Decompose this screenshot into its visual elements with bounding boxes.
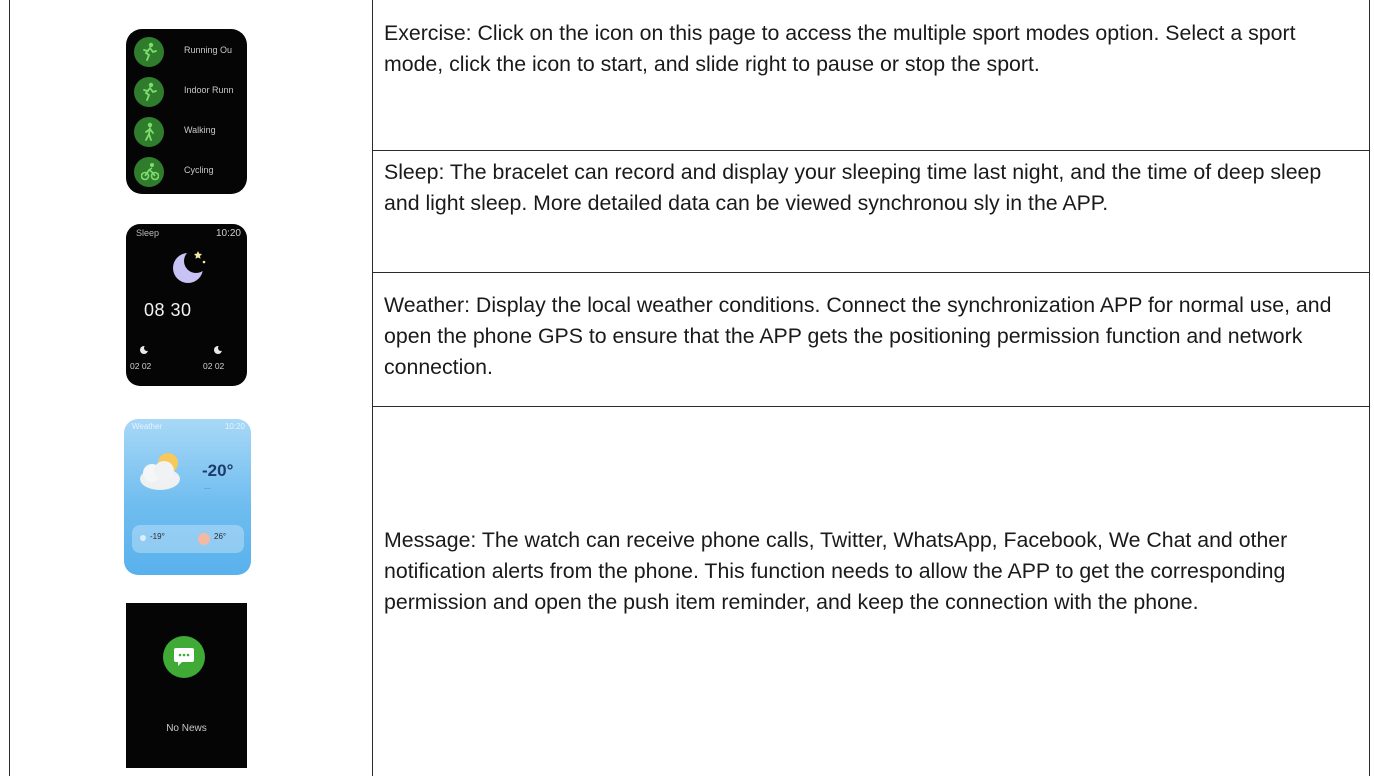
exercise-description: Exercise: Click on the icon on this page… xyxy=(384,21,1296,76)
deep-sleep-icon xyxy=(138,344,152,354)
sleep-screen: Sleep 10:20 08 30 02 02 02 02 xyxy=(126,224,247,386)
light-sleep-value: 02 02 xyxy=(203,361,225,371)
sport-item: Cycling xyxy=(134,157,247,187)
sport-item: Indoor Runn xyxy=(134,77,247,107)
clock-time: 10:20 xyxy=(224,422,245,431)
light-sleep-icon xyxy=(212,344,226,354)
message-screen: No News xyxy=(126,603,247,768)
message-bubble-icon xyxy=(163,636,205,678)
sport-label: Cycling xyxy=(184,165,214,175)
weather-description: Weather: Display the local weather condi… xyxy=(384,293,1332,379)
column-divider xyxy=(372,0,373,776)
cycling-icon xyxy=(134,157,164,187)
exercise-screen: Running Ou Indoor Runn Walking Cycling xyxy=(126,29,247,194)
screen-title: Weather xyxy=(132,422,163,431)
running-icon xyxy=(134,37,164,67)
sport-label: Walking xyxy=(184,125,216,135)
deep-sleep-value: 02 02 xyxy=(130,361,152,371)
sport-item: Walking xyxy=(134,117,247,147)
message-description: Message: The watch can receive phone cal… xyxy=(384,528,1288,614)
weather-subtext: — xyxy=(204,485,211,492)
max-temperature: 26° xyxy=(214,532,227,541)
walking-icon xyxy=(134,117,164,147)
indoor-running-icon xyxy=(134,77,164,107)
min-temperature: -19° xyxy=(150,532,165,541)
sport-label: Running Ou xyxy=(184,45,233,55)
sleep-description: Sleep: The bracelet can record and displ… xyxy=(384,160,1322,215)
clock-time: 10:20 xyxy=(215,228,241,239)
row-divider xyxy=(373,150,1370,151)
no-news-label: No News xyxy=(166,723,207,734)
row-divider xyxy=(373,406,1370,407)
current-temperature: -20° xyxy=(202,461,234,480)
moon-icon xyxy=(170,246,210,286)
screen-title: Sleep xyxy=(136,228,160,238)
sport-label: Indoor Runn xyxy=(184,85,234,95)
weather-screen: Weather 10:20 -20° — -19° 26° xyxy=(124,419,251,575)
sport-item: Running Ou xyxy=(134,37,247,67)
high-temp-dot xyxy=(198,533,210,545)
row-divider xyxy=(373,272,1370,273)
low-temp-dot xyxy=(140,535,146,541)
temperature-range: -19° 26° xyxy=(132,525,244,553)
sleep-total: 08 30 xyxy=(144,300,192,320)
partly-cloudy-icon xyxy=(134,447,190,495)
